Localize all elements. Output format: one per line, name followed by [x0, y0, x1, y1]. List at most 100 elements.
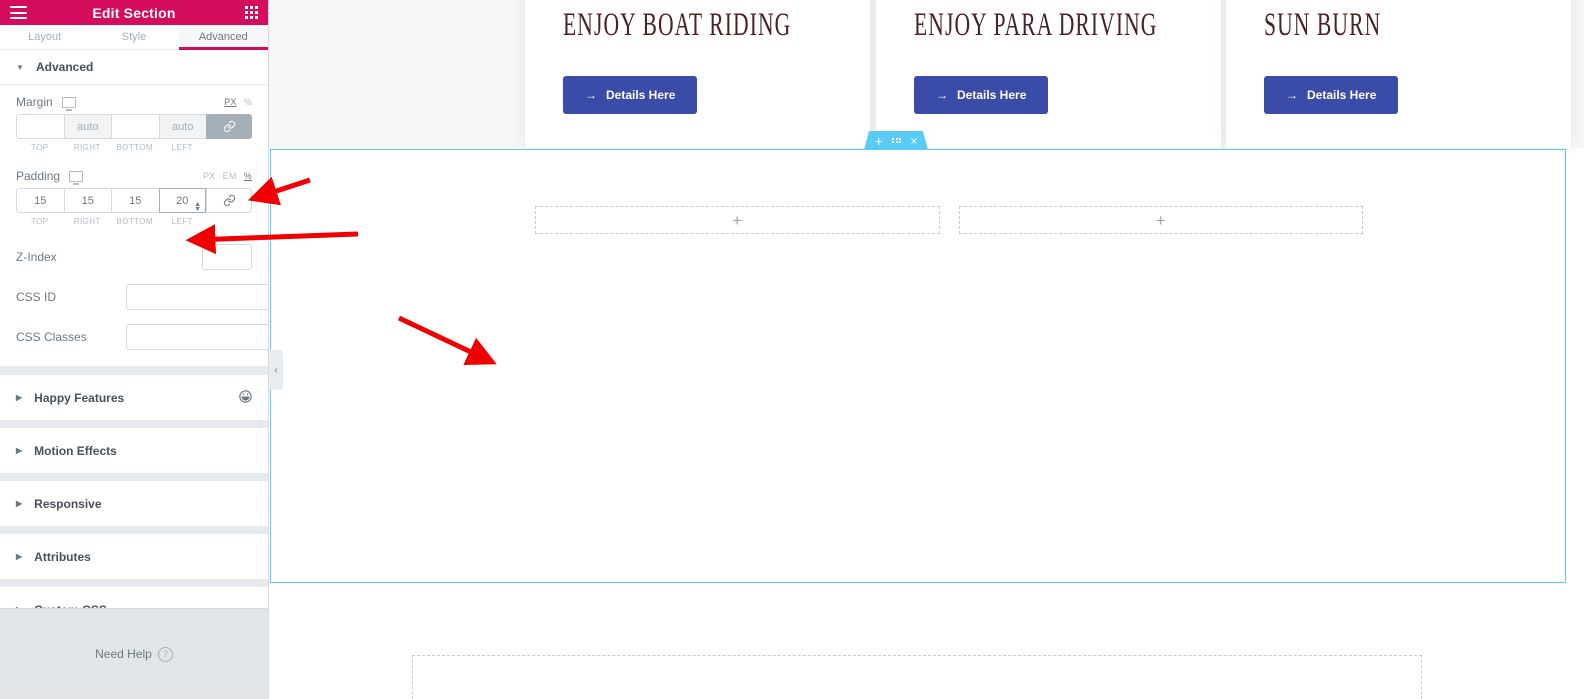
zindex-row: Z-Index: [16, 244, 252, 270]
margin-unit-px[interactable]: PX: [224, 97, 237, 107]
accordion-responsive[interactable]: ▶ Responsive: [0, 473, 268, 526]
card-item: SUN BURN → Details Here: [1226, 0, 1571, 148]
add-widget-placeholder[interactable]: +: [535, 206, 940, 234]
padding-unit-switcher: PX EM %: [203, 171, 252, 181]
add-widget-placeholder[interactable]: +: [958, 206, 1363, 234]
chevron-right-icon: ▶: [16, 552, 23, 561]
arrow-right-icon: →: [936, 88, 948, 102]
accordion-label: Responsive: [34, 496, 102, 511]
arrow-right-icon: →: [585, 88, 597, 102]
padding-left-label: LEFT: [171, 217, 193, 226]
padding-right-input[interactable]: [63, 188, 111, 213]
padding-right-cell: RIGHT: [63, 188, 111, 226]
need-help-label: Need Help: [95, 647, 152, 661]
panel-header: Edit Section: [0, 0, 268, 25]
question-circle-icon[interactable]: ?: [157, 646, 173, 662]
advanced-section-title: Advanced: [36, 60, 94, 74]
tab-layout[interactable]: Layout: [0, 25, 90, 49]
happy-addons-icon: [239, 389, 252, 406]
cards-section: ENJOY BOAT RIDING → Details Here ENJOY P…: [269, 0, 1584, 148]
css-classes-row: CSS Classes: [16, 324, 268, 350]
drag-handle-icon[interactable]: [892, 137, 902, 144]
desktop-icon[interactable]: [61, 96, 76, 111]
details-button-label: Details Here: [957, 88, 1027, 102]
margin-control-row: Margin PX %: [16, 95, 252, 111]
details-button-label: Details Here: [606, 88, 676, 102]
tab-advanced[interactable]: Advanced: [178, 25, 268, 50]
margin-left-cell: LEFT: [158, 114, 206, 152]
section-toolbar-icons: + ×: [864, 131, 928, 150]
css-classes-label: CSS Classes: [16, 330, 87, 344]
editor-canvas: ENJOY BOAT RIDING → Details Here ENJOY P…: [269, 0, 1584, 699]
card-title: ENJOY BOAT RIDING: [563, 8, 792, 44]
css-id-input[interactable]: [126, 284, 268, 310]
padding-top-input[interactable]: [16, 188, 64, 213]
margin-left-input[interactable]: [158, 114, 206, 139]
tab-style[interactable]: Style: [89, 25, 179, 49]
stepper-down-icon[interactable]: ▼: [194, 206, 201, 213]
accordion-label: Happy Features: [34, 390, 125, 405]
details-button[interactable]: → Details Here: [1264, 76, 1399, 114]
panel-tabs: Layout Style Advanced: [0, 25, 268, 50]
plus-icon[interactable]: +: [875, 134, 883, 148]
margin-label: Margin: [16, 95, 53, 109]
padding-unit-em[interactable]: EM: [223, 171, 237, 181]
padding-control-row: Padding PX EM %: [16, 169, 252, 185]
padding-top-cell: TOP: [16, 188, 64, 226]
margin-unit-switcher: PX %: [224, 97, 252, 107]
plus-icon: +: [732, 210, 743, 230]
margin-bottom-label: BOTTOM: [116, 143, 153, 152]
css-classes-field-box: [126, 324, 268, 350]
margin-right-input[interactable]: [63, 114, 111, 139]
details-button[interactable]: → Details Here: [563, 76, 698, 114]
margin-right-cell: RIGHT: [63, 114, 111, 152]
need-help-button[interactable]: Need Help ?: [95, 646, 173, 662]
margin-inputs: TOP RIGHT BOTTOM LEFT: [16, 114, 252, 152]
editor-sidebar-panel: Edit Section Layout Style Advanced ▼ Adv…: [0, 0, 269, 699]
details-button[interactable]: → Details Here: [914, 76, 1049, 114]
css-classes-input[interactable]: [126, 324, 268, 350]
padding-top-label: TOP: [30, 217, 49, 226]
padding-bottom-label: BOTTOM: [116, 217, 153, 226]
accordion-happy-features[interactable]: ▶ Happy Features: [0, 367, 268, 420]
padding-unit-px[interactable]: PX: [203, 171, 216, 181]
padding-left-stepper[interactable]: ▲ ▼: [194, 201, 201, 213]
zindex-input[interactable]: [202, 244, 252, 270]
panel-collapse-handle[interactable]: ‹: [269, 350, 283, 390]
elementor-editor-screen: Edit Section Layout Style Advanced ▼ Adv…: [0, 0, 1584, 699]
margin-bottom-cell: BOTTOM: [111, 114, 159, 152]
css-id-field-box: [126, 284, 268, 310]
plus-icon: +: [1155, 210, 1166, 230]
margin-link-icon[interactable]: [206, 114, 252, 139]
close-icon[interactable]: ×: [910, 135, 917, 147]
accordion-label: Motion Effects: [34, 443, 117, 458]
padding-link-icon[interactable]: [206, 188, 252, 213]
zindex-label: Z-Index: [16, 250, 57, 264]
column-placeholders: + +: [535, 206, 1363, 234]
arrow-right-icon: →: [1286, 88, 1298, 102]
hamburger-icon[interactable]: [10, 6, 27, 19]
css-id-row: CSS ID: [16, 284, 268, 310]
desktop-icon[interactable]: [69, 170, 84, 185]
panel-scroll-area: ▼ Advanced Margin PX % TOP auto RIGHT BO…: [0, 50, 268, 608]
advanced-section-header[interactable]: ▼ Advanced: [0, 50, 268, 85]
padding-bottom-input[interactable]: [111, 188, 159, 213]
card-item: ENJOY BOAT RIDING → Details Here: [525, 0, 870, 148]
accordion-motion-effects[interactable]: ▶ Motion Effects: [0, 420, 268, 473]
padding-right-label: RIGHT: [73, 217, 101, 226]
accordion-label: Attributes: [34, 549, 91, 564]
card-item: ENJOY PARA DRIVING → Details Here: [876, 0, 1221, 148]
padding-label: Padding: [16, 169, 61, 183]
chevron-right-icon: ▶: [16, 393, 23, 402]
chevron-down-icon: ▼: [16, 62, 24, 72]
card-title: SUN BURN: [1264, 8, 1382, 44]
apps-grid-icon[interactable]: [245, 6, 258, 19]
bottom-dashed-placeholder[interactable]: [412, 655, 1422, 699]
margin-bottom-input[interactable]: [111, 114, 159, 139]
accordion-attributes[interactable]: ▶ Attributes: [0, 526, 268, 579]
accordion-custom-css[interactable]: ▶ Custom CSS: [0, 579, 268, 608]
margin-unit-percent[interactable]: %: [244, 97, 252, 107]
margin-right-label: RIGHT: [73, 143, 101, 152]
padding-unit-percent[interactable]: %: [244, 171, 252, 181]
margin-top-input[interactable]: [16, 114, 64, 139]
